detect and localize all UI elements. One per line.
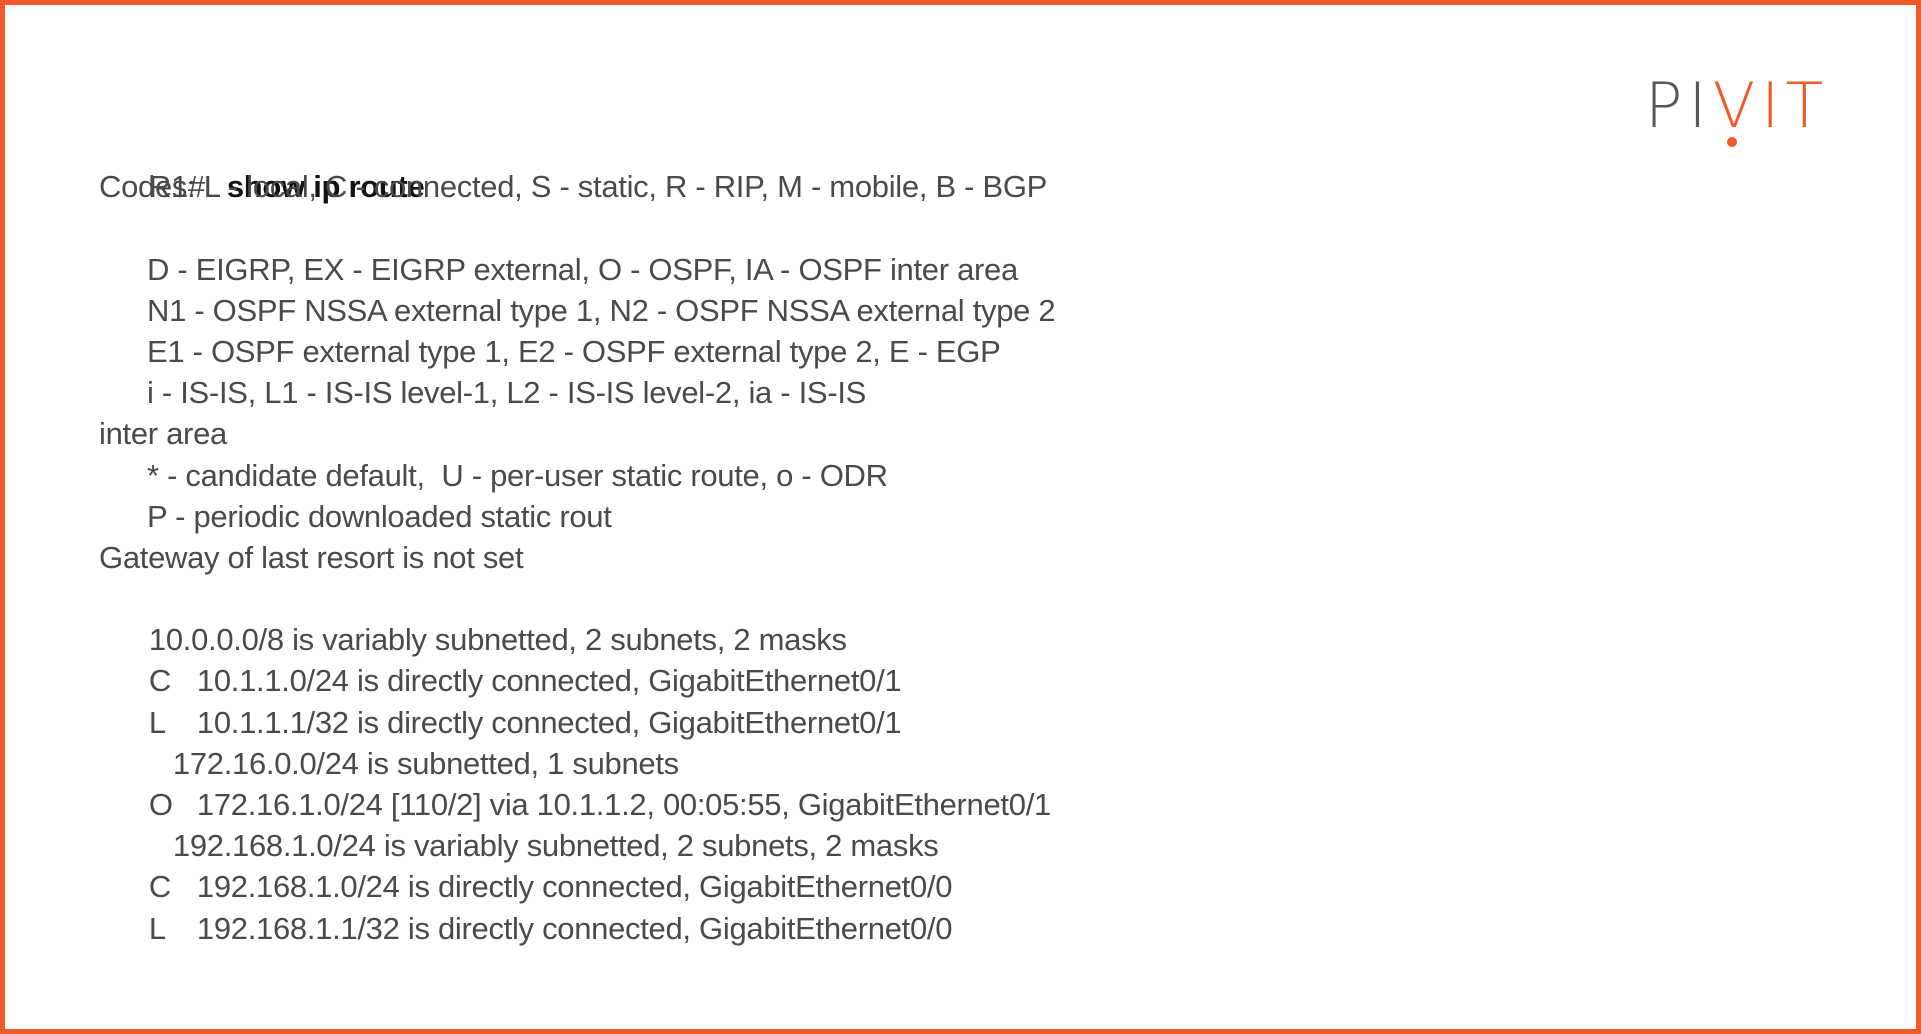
codes-wrap-line: inter area	[99, 416, 227, 452]
codes-line: E1 - OSPF external type 1, E2 - OSPF ext…	[147, 333, 1001, 369]
route-text: 192.168.1.1/32 is directly connected, Gi…	[196, 910, 953, 946]
route-text: 172.16.0.0/24 is subnetted, 1 subnets	[172, 745, 679, 781]
logo-text-right: IT	[1761, 69, 1830, 142]
codes-header: Codes: L - local, C - connected, S - sta…	[99, 169, 1048, 205]
route-code: C	[148, 663, 171, 699]
logo-dot-icon	[1727, 137, 1737, 147]
route-code: L	[148, 910, 166, 946]
codes-line: i - IS-IS, L1 - IS-IS level-1, L2 - IS-I…	[147, 375, 867, 411]
codes-line: D - EIGRP, EX - EIGRP external, O - OSPF…	[147, 251, 1018, 287]
codes-line: P - periodic downloaded static rout	[147, 498, 612, 534]
pivit-logo: PIVIT	[1645, 71, 1845, 151]
gateway-line: Gateway of last resort is not set	[99, 539, 524, 575]
page-frame: PIVIT R1# show ip route Codes: L - local,…	[0, 0, 1921, 1034]
route-text: 10.0.0.0/8 is variably subnetted, 2 subn…	[148, 622, 847, 658]
route-text: 192.168.1.0/24 is directly connected, Gi…	[196, 869, 953, 905]
route-text: 10.1.1.0/24 is directly connected, Gigab…	[196, 663, 902, 699]
route-code: O	[148, 787, 173, 823]
route-code: C	[148, 869, 171, 905]
route-text: 192.168.1.0/24 is variably subnetted, 2 …	[172, 828, 939, 864]
codes-line: N1 - OSPF NSSA external type 1, N2 - OSP…	[147, 292, 1056, 328]
logo-text-v: V	[1712, 69, 1762, 142]
command-line: R1# show ip route	[99, 125, 1055, 204]
terminal-output: R1# show ip route Codes: L - local, C - c…	[99, 125, 1056, 945]
logo-text-left: PI	[1645, 69, 1713, 142]
codes-line: * - candidate default, U - per-user stat…	[147, 457, 888, 493]
route-line: 10.0.0.0/8 is variably subnetted, 2 subn…	[99, 578, 1055, 657]
route-text: 172.16.1.0/24 [110/2] via 10.1.1.2, 00:0…	[196, 787, 1051, 823]
route-text: 10.1.1.1/32 is directly connected, Gigab…	[196, 704, 902, 740]
route-code: L	[148, 704, 166, 740]
